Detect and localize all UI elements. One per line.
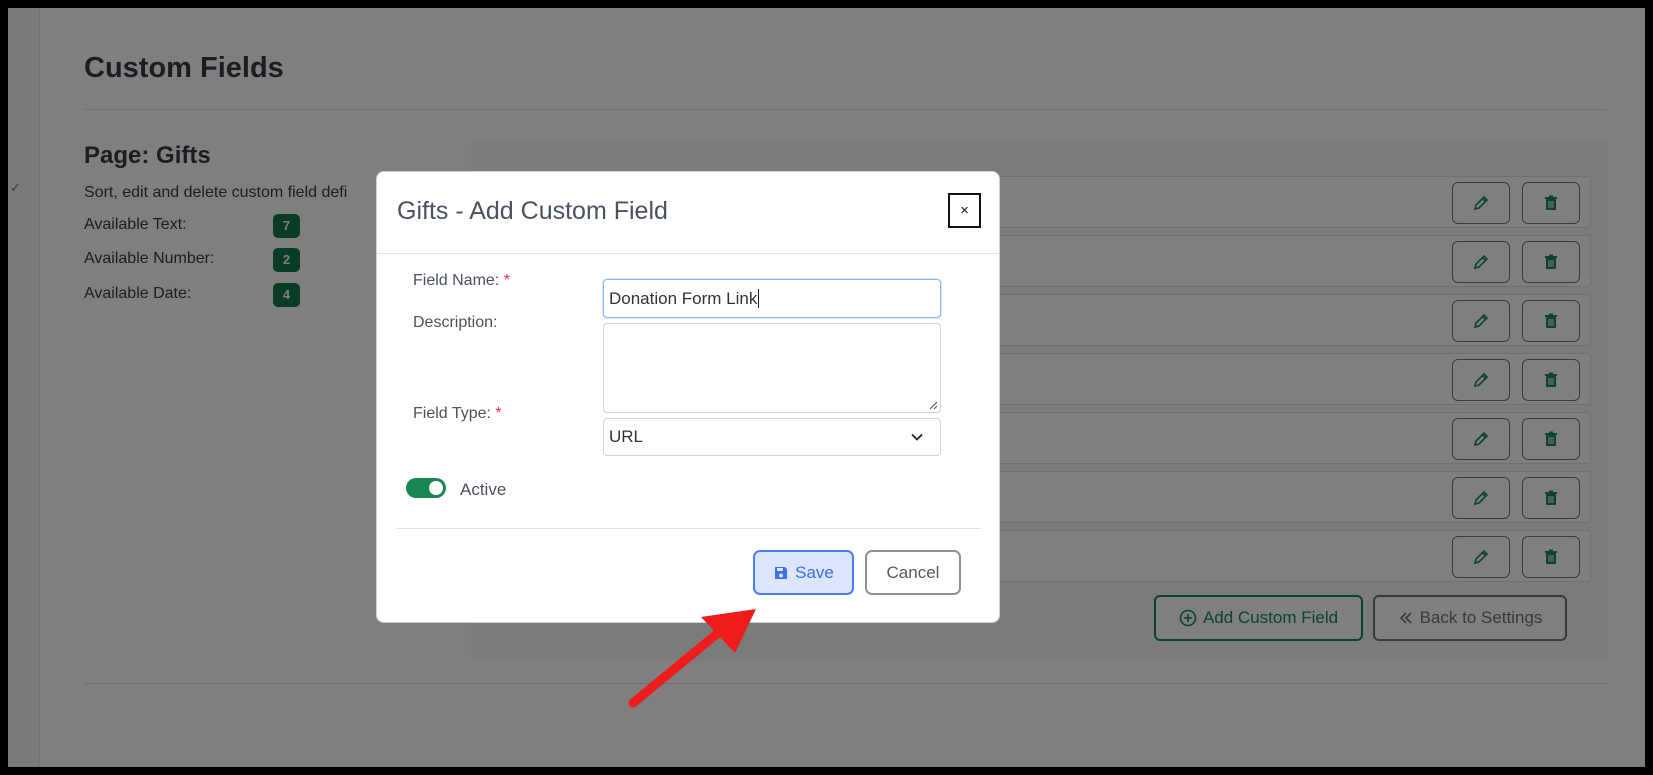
save-label: Save: [795, 562, 834, 582]
app-frame: ✓ Custom Fields Page: Gifts Sort, edit a…: [8, 8, 1645, 767]
toggle-knob: [429, 481, 443, 495]
text-cursor: [758, 289, 760, 308]
field-name-input[interactable]: Donation Form Link: [603, 279, 941, 318]
field-name-label: Field Name: *: [413, 272, 510, 289]
modal-header-divider: [377, 253, 999, 254]
cancel-label: Cancel: [886, 562, 940, 582]
resize-handle-icon[interactable]: [928, 400, 938, 410]
active-toggle[interactable]: [406, 478, 446, 498]
chevron-down-icon: [911, 433, 923, 441]
required-mark: *: [503, 272, 510, 289]
field-type-label: Field Type: *: [413, 405, 502, 422]
close-icon: ×: [960, 202, 969, 219]
save-button[interactable]: Save: [753, 550, 854, 595]
active-label: Active: [460, 480, 507, 499]
description-label: Description:: [413, 314, 498, 331]
add-custom-field-modal: Gifts - Add Custom Field × Field Name: *…: [376, 171, 1000, 623]
required-mark: *: [495, 405, 502, 422]
description-textarea[interactable]: [603, 323, 941, 413]
floppy-disk-icon: [775, 566, 788, 579]
field-type-select[interactable]: URL: [603, 418, 941, 456]
annotation-arrow: [628, 609, 756, 708]
close-button[interactable]: ×: [948, 193, 981, 228]
modal-title: Gifts - Add Custom Field: [397, 197, 668, 225]
cancel-button[interactable]: Cancel: [865, 550, 961, 595]
modal-footer-divider: [397, 528, 981, 529]
